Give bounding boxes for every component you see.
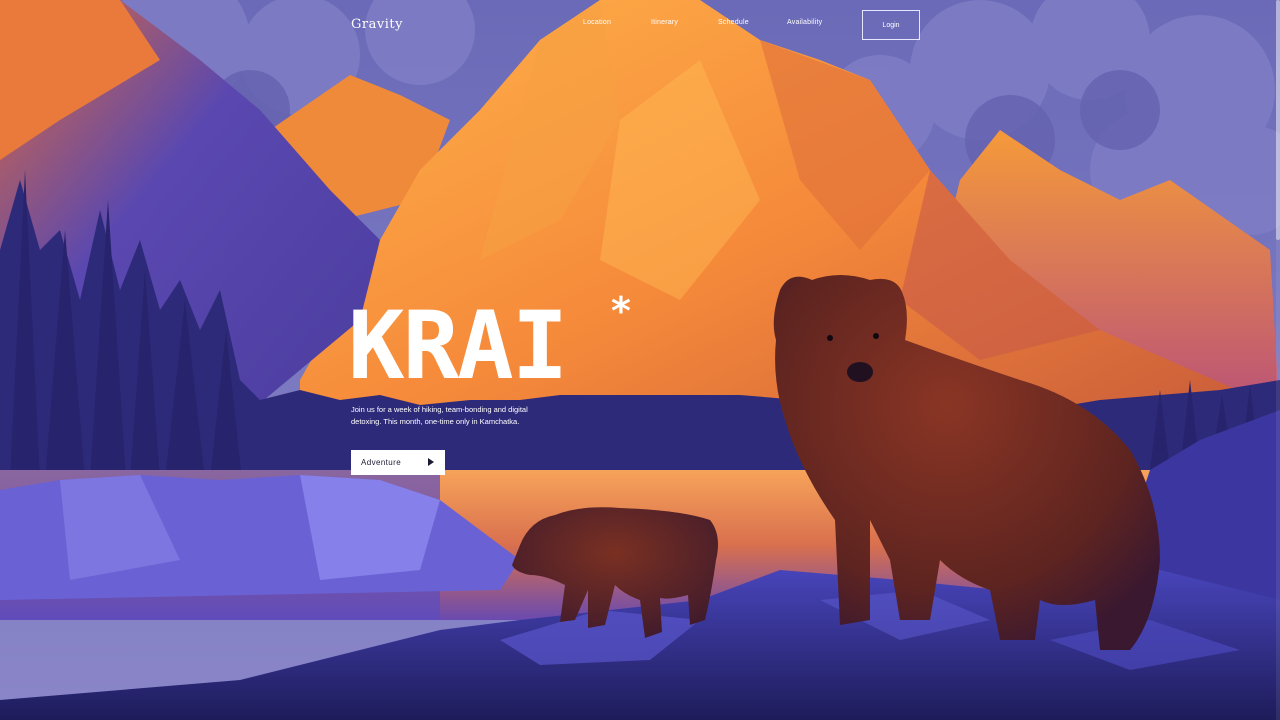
play-icon	[428, 458, 434, 466]
scrollbar[interactable]	[1276, 0, 1280, 720]
asterisk-icon: *	[611, 289, 631, 333]
adventure-button-label: Adventure	[361, 458, 402, 467]
nav-link-itinerary[interactable]: Itinerary	[651, 19, 678, 26]
page: Gravity Location Itinerary Schedule Avai…	[0, 0, 1280, 720]
logo[interactable]: Gravity	[351, 17, 403, 32]
adventure-button[interactable]: Adventure	[351, 450, 445, 475]
hero-illustration	[0, 0, 1280, 720]
nav-link-location[interactable]: Location	[583, 19, 611, 26]
hero-title: KRAI	[348, 292, 568, 401]
login-button[interactable]: Login	[862, 10, 920, 40]
hero-description: Join us for a week of hiking, team-bondi…	[351, 405, 528, 426]
nav-link-availability[interactable]: Availability	[787, 19, 822, 26]
site-header: Gravity Location Itinerary Schedule Avai…	[0, 0, 1280, 50]
nav-link-schedule[interactable]: Schedule	[718, 19, 749, 26]
scrollbar-thumb[interactable]	[1276, 0, 1280, 240]
